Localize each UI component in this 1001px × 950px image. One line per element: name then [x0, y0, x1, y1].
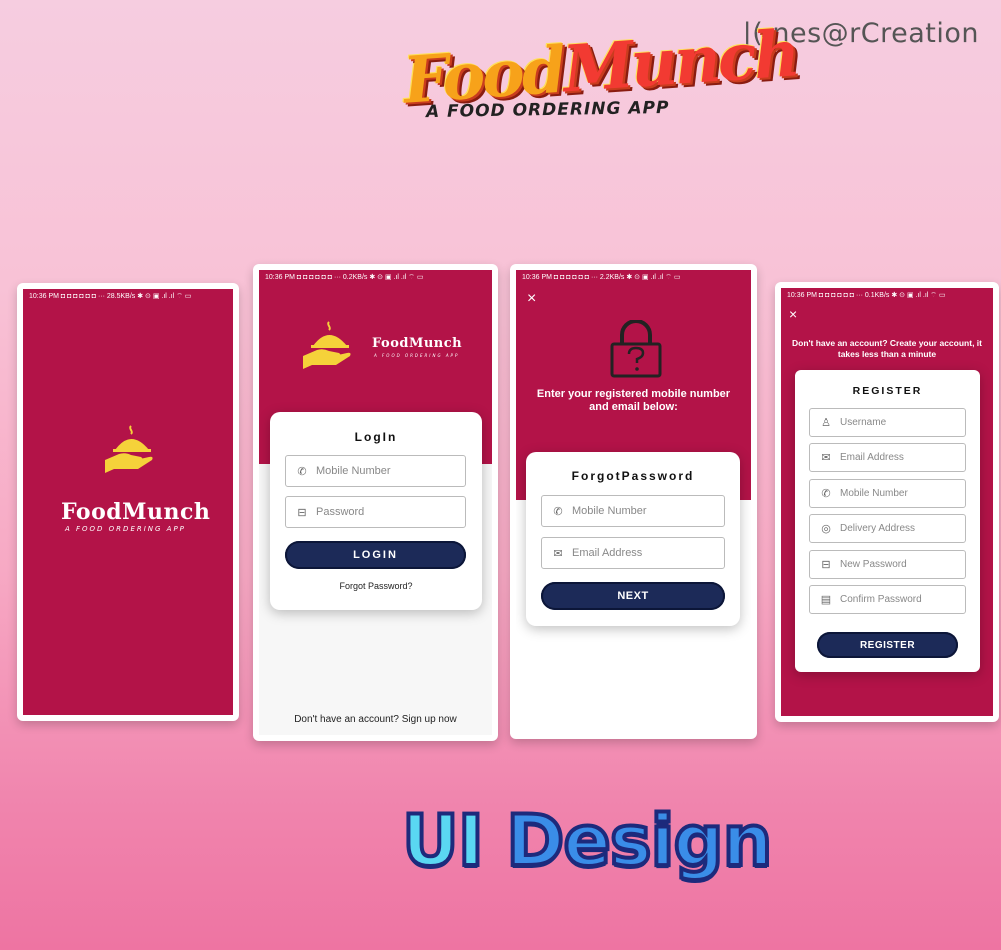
- address-placeholder: Delivery Address: [840, 523, 916, 534]
- signup-link[interactable]: Don't have an account? Sign up now: [259, 714, 492, 725]
- ui-design-title: UI Design: [400, 798, 774, 884]
- forgot-card: ForgotPassword ✆ Mobile Number ✉ Email A…: [526, 452, 740, 626]
- username-placeholder: Username: [840, 417, 887, 428]
- mobile-placeholder: Mobile Number: [316, 465, 391, 477]
- register-intro: Don't have an account? Create your accou…: [791, 338, 982, 359]
- padlock-question-icon: [610, 320, 662, 378]
- password-input[interactable]: ⊟ Password: [285, 496, 466, 528]
- login-tagline: A food ordering app: [374, 353, 460, 358]
- status-bar: 10:36 PM ◘ ◘ ◘ ◘ ◘ ◘ ··· 2.2KB/s ✱ ⊙ ▣ .…: [522, 273, 681, 281]
- register-button[interactable]: REGISTER: [817, 632, 958, 658]
- status-bar: 10:36 PM ◘ ◘ ◘ ◘ ◘ ◘ ··· 28.5KB/s ✱ ⊙ ▣ …: [29, 292, 192, 300]
- register-phone: 10:36 PM ◘ ◘ ◘ ◘ ◘ ◘ ··· 0.1KB/s ✱ ⊙ ▣ .…: [775, 282, 999, 722]
- email-placeholder: Email Address: [840, 452, 904, 463]
- forgot-instruction: Enter your registered mobile number and …: [536, 388, 731, 413]
- forgot-screen: 10:36 PM ◘ ◘ ◘ ◘ ◘ ◘ ··· 2.2KB/s ✱ ⊙ ▣ .…: [516, 270, 751, 733]
- confirm-password-input[interactable]: ▤ Confirm Password: [809, 585, 966, 614]
- food-logo-icon: [105, 425, 153, 473]
- splash-app-name: FoodMunch: [61, 499, 211, 525]
- password-placeholder: Password: [316, 506, 365, 518]
- mail-icon: ✉: [821, 452, 831, 464]
- brand-title-munch: Munch: [560, 16, 800, 108]
- login-button[interactable]: LOGIN: [285, 541, 466, 569]
- close-icon[interactable]: ×: [789, 306, 797, 322]
- splash-tagline: A food ordering app: [65, 525, 186, 533]
- ui-design-title-ui: UI: [400, 798, 507, 884]
- lock-icon: ⊟: [297, 506, 307, 519]
- forgot-password-link[interactable]: Forgot Password?: [270, 581, 482, 591]
- ui-design-title-design: Design: [504, 798, 774, 884]
- login-card: LogIn ✆ Mobile Number ⊟ Password LOGIN F…: [270, 412, 482, 610]
- splash-phone: 10:36 PM ◘ ◘ ◘ ◘ ◘ ◘ ··· 28.5KB/s ✱ ⊙ ▣ …: [17, 283, 239, 721]
- lock-icon: ⊟: [821, 559, 831, 571]
- phone-icon: ✆: [297, 465, 307, 478]
- phone-icon: ✆: [821, 488, 831, 500]
- confirm-password-placeholder: Confirm Password: [840, 594, 922, 605]
- email-input[interactable]: ✉ Email Address: [541, 537, 725, 569]
- phone-icon: ✆: [553, 505, 563, 518]
- close-icon[interactable]: ×: [527, 290, 536, 308]
- new-password-input[interactable]: ⊟ New Password: [809, 550, 966, 579]
- password-dots-icon: ▤: [820, 594, 832, 606]
- mobile-number-input[interactable]: ✆ Mobile Number: [809, 479, 966, 508]
- delivery-address-input[interactable]: ◎ Delivery Address: [809, 514, 966, 543]
- login-app-name: FoodMunch: [372, 336, 463, 351]
- login-title: LogIn: [354, 430, 398, 444]
- forgot-phone: 10:36 PM ◘ ◘ ◘ ◘ ◘ ◘ ··· 2.2KB/s ✱ ⊙ ▣ .…: [510, 264, 757, 739]
- username-input[interactable]: ♙ Username: [809, 408, 966, 437]
- user-icon: ♙: [821, 417, 831, 429]
- mobile-number-input[interactable]: ✆ Mobile Number: [285, 455, 466, 487]
- mobile-placeholder: Mobile Number: [572, 505, 647, 517]
- new-password-placeholder: New Password: [840, 559, 907, 570]
- status-bar: 10:36 PM ◘ ◘ ◘ ◘ ◘ ◘ ··· 0.2KB/s ✱ ⊙ ▣ .…: [265, 273, 424, 281]
- mobile-number-input[interactable]: ✆ Mobile Number: [541, 495, 725, 527]
- register-screen: 10:36 PM ◘ ◘ ◘ ◘ ◘ ◘ ··· 0.1KB/s ✱ ⊙ ▣ .…: [781, 288, 993, 716]
- mobile-placeholder: Mobile Number: [840, 488, 908, 499]
- location-target-icon: ◎: [821, 523, 831, 535]
- email-placeholder: Email Address: [572, 547, 643, 559]
- status-bar: 10:36 PM ◘ ◘ ◘ ◘ ◘ ◘ ··· 0.1KB/s ✱ ⊙ ▣ .…: [787, 291, 946, 299]
- brand-header: FoodMunch A food ordering app: [0, 16, 1001, 128]
- splash-screen: 10:36 PM ◘ ◘ ◘ ◘ ◘ ◘ ··· 28.5KB/s ✱ ⊙ ▣ …: [23, 289, 233, 715]
- food-logo-icon: [303, 321, 351, 369]
- register-title: REGISTER: [852, 385, 923, 397]
- login-phone: 10:36 PM ◘ ◘ ◘ ◘ ◘ ◘ ··· 0.2KB/s ✱ ⊙ ▣ .…: [253, 264, 498, 741]
- forgot-title: ForgotPassword: [571, 469, 695, 483]
- login-screen: 10:36 PM ◘ ◘ ◘ ◘ ◘ ◘ ··· 0.2KB/s ✱ ⊙ ▣ .…: [259, 270, 492, 735]
- register-card: REGISTER ♙ Username ✉ Email Address ✆ Mo…: [795, 370, 980, 672]
- brand-subtitle: A food ordering app: [425, 97, 670, 123]
- email-input[interactable]: ✉ Email Address: [809, 443, 966, 472]
- next-button[interactable]: NEXT: [541, 582, 725, 610]
- mail-icon: ✉: [553, 547, 563, 560]
